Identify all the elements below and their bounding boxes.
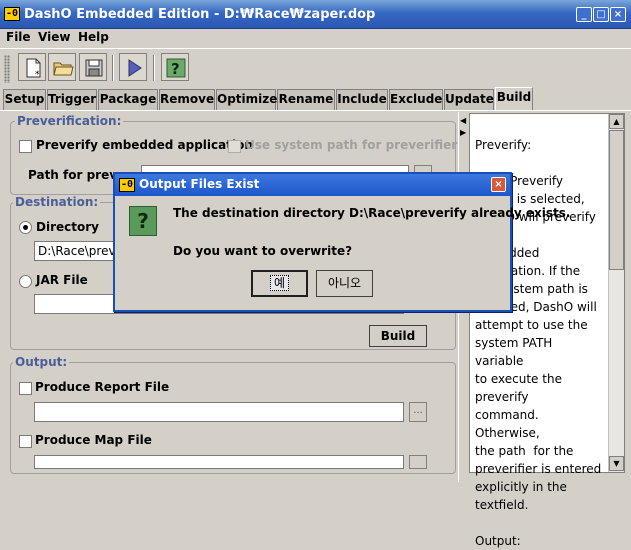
question-icon: ? bbox=[129, 206, 157, 236]
dialog-question: Do you want to overwrite? bbox=[173, 244, 353, 258]
output-title: Output: bbox=[13, 355, 70, 369]
help-scrollbar[interactable]: ▲ ▼ bbox=[608, 114, 624, 472]
jar-file-radio[interactable] bbox=[19, 275, 32, 288]
map-browse-button[interactable] bbox=[409, 455, 427, 469]
help-button[interactable]: ? bbox=[161, 53, 189, 81]
dasho-logo-icon: -0 bbox=[4, 7, 20, 21]
tab-rename[interactable]: Rename bbox=[277, 89, 335, 110]
scroll-thumb[interactable] bbox=[609, 130, 624, 270]
svg-text:?: ? bbox=[171, 60, 180, 78]
use-system-path-checkbox[interactable] bbox=[228, 140, 241, 153]
menu-bar: File View Help bbox=[0, 29, 631, 47]
tab-setup[interactable]: Setup bbox=[3, 89, 46, 110]
preverification-title: Preverification: bbox=[15, 114, 124, 128]
tab-build[interactable]: Build bbox=[495, 87, 533, 111]
report-file-input[interactable] bbox=[34, 402, 404, 422]
save-disk-icon bbox=[85, 59, 103, 77]
produce-report-label: Produce Report File bbox=[35, 380, 170, 394]
splitter-right-arrow-icon[interactable]: ▶ bbox=[460, 128, 466, 137]
dialog-title: Output Files Exist bbox=[139, 177, 260, 191]
open-project-button[interactable] bbox=[48, 53, 76, 81]
new-project-button[interactable]: * bbox=[18, 53, 46, 81]
yes-button[interactable]: 예 bbox=[251, 270, 308, 297]
report-browse-button[interactable]: ... bbox=[409, 402, 427, 422]
build-button[interactable]: Build bbox=[369, 325, 427, 347]
dialog-titlebar[interactable]: -0 Output Files Exist × bbox=[115, 174, 510, 196]
directory-label: Directory bbox=[36, 220, 99, 234]
window-titlebar[interactable]: -0 DashO Embedded Edition - D:₩Race₩zape… bbox=[0, 0, 631, 29]
destination-title: Destination: bbox=[13, 195, 101, 209]
new-document-icon: * bbox=[26, 58, 41, 79]
produce-map-checkbox[interactable] bbox=[19, 435, 32, 448]
dialog-logo-icon: -0 bbox=[119, 178, 135, 192]
help-question-icon: ? bbox=[166, 58, 186, 78]
run-play-icon bbox=[128, 59, 142, 77]
scroll-down-icon[interactable]: ▼ bbox=[609, 456, 624, 471]
maximize-button[interactable]: □ bbox=[593, 7, 609, 22]
produce-map-label: Produce Map File bbox=[35, 433, 152, 447]
preverify-embedded-checkbox[interactable] bbox=[19, 140, 32, 153]
tab-exclude[interactable]: Exclude bbox=[389, 89, 443, 110]
toolbar-grip[interactable] bbox=[4, 55, 10, 83]
tab-include[interactable]: Include bbox=[336, 89, 388, 110]
no-button[interactable]: 아니오 bbox=[316, 270, 373, 297]
produce-report-checkbox[interactable] bbox=[19, 382, 32, 395]
open-folder-icon bbox=[53, 62, 74, 76]
use-system-path-label: Use system path for preverifier bbox=[245, 138, 458, 152]
tab-update[interactable]: Update bbox=[444, 89, 494, 110]
toolbar-separator bbox=[153, 55, 155, 81]
tab-baseline bbox=[0, 110, 631, 111]
splitter-left-arrow-icon[interactable]: ◀ bbox=[460, 116, 466, 125]
menu-file[interactable]: File bbox=[6, 30, 31, 44]
scroll-up-icon[interactable]: ▲ bbox=[609, 114, 624, 129]
directory-radio[interactable] bbox=[19, 221, 32, 234]
window-title: DashO Embedded Edition - D:₩Race₩zaper.d… bbox=[24, 7, 376, 22]
tab-optimize[interactable]: Optimize bbox=[216, 89, 277, 110]
close-button[interactable]: × bbox=[610, 7, 626, 22]
menu-view[interactable]: View bbox=[38, 30, 70, 44]
minimize-button[interactable]: _ bbox=[576, 7, 592, 22]
toolbar-separator bbox=[112, 55, 114, 81]
svg-text:*: * bbox=[35, 70, 40, 79]
output-files-exist-dialog: -0 Output Files Exist × ? The destinatio… bbox=[113, 172, 571, 312]
yes-button-label: 예 bbox=[269, 275, 290, 291]
jar-file-label: JAR File bbox=[36, 273, 88, 287]
dialog-close-button[interactable]: × bbox=[491, 177, 506, 192]
run-button[interactable] bbox=[119, 53, 147, 81]
save-project-button[interactable] bbox=[79, 53, 107, 81]
tab-trigger[interactable]: Trigger bbox=[47, 89, 97, 110]
dialog-message: The destination directory D:\Race\prever… bbox=[173, 206, 571, 220]
toolbar: * ? bbox=[0, 48, 631, 86]
menu-help[interactable]: Help bbox=[78, 30, 109, 44]
map-file-input[interactable] bbox=[34, 455, 404, 469]
preverify-embedded-label: Preverify embedded application bbox=[36, 138, 253, 152]
tab-remove[interactable]: Remove bbox=[159, 89, 215, 110]
tab-package[interactable]: Package bbox=[98, 89, 158, 110]
